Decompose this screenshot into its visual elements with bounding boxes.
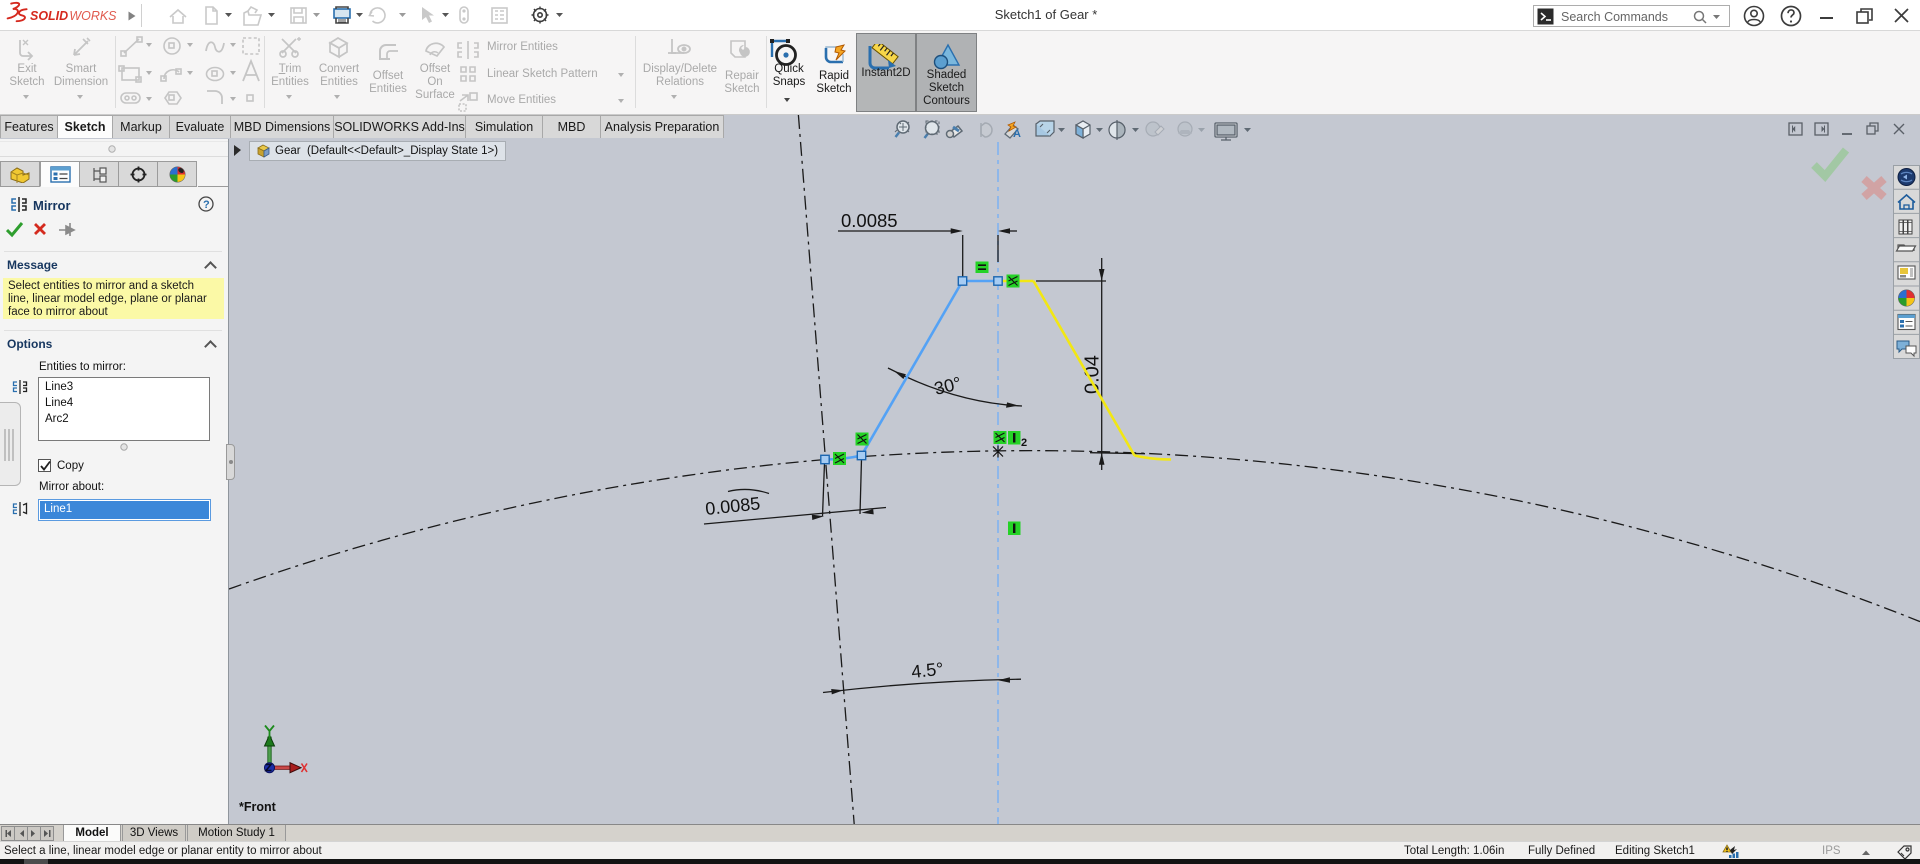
svg-text:SOLID: SOLID (30, 8, 68, 23)
svg-text:2: 2 (1021, 437, 1027, 449)
svg-text:*Front: *Front (239, 800, 277, 814)
svg-text:A: A (1013, 128, 1021, 140)
svg-text:4.5°: 4.5° (910, 659, 944, 682)
svg-text:WORKS: WORKS (69, 8, 117, 23)
svg-text:?: ? (203, 199, 210, 211)
svg-text:0.0085: 0.0085 (841, 210, 898, 231)
svg-text:0.04: 0.04 (1082, 355, 1104, 394)
